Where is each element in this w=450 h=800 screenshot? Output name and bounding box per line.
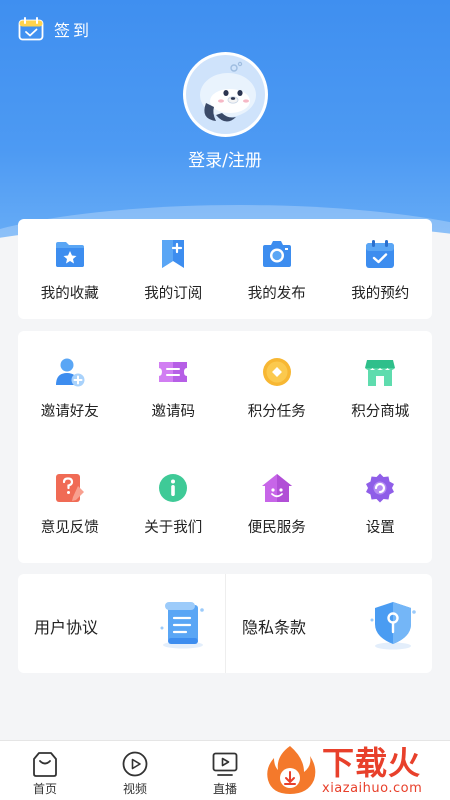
policies-card: 用户协议 隐私条款 — [18, 574, 432, 673]
service-settings[interactable]: 设置 — [329, 447, 433, 563]
menu-item-label: 我的预约 — [351, 286, 410, 302]
service-invite-friends[interactable]: 邀请好友 — [18, 331, 122, 447]
services-card: 邀请好友 邀请码 积分任务 积分商城 意见反馈 关于我们 便民服务 设置 — [18, 331, 432, 563]
service-label: 设置 — [365, 520, 395, 536]
watermark-title: 下载火 — [322, 743, 422, 782]
signin-button[interactable]: 签到 — [18, 17, 92, 41]
service-label: 积分商城 — [351, 404, 410, 420]
service-feedback[interactable]: 意见反馈 — [18, 447, 122, 563]
profile-header: 签到 登录/注册 — [0, 0, 450, 250]
menu-item-favorites[interactable]: 我的收藏 — [18, 219, 122, 319]
service-about-us[interactable]: 关于我们 — [122, 447, 226, 563]
tab-live[interactable]: 直播 — [180, 741, 270, 800]
play-circle-icon — [122, 751, 148, 777]
tab-home[interactable]: 首页 — [0, 741, 90, 800]
ticket-icon — [159, 362, 188, 382]
avatar[interactable] — [183, 52, 268, 137]
document-icon — [160, 602, 204, 649]
camera-icon — [262, 241, 291, 267]
service-label: 积分任务 — [247, 404, 306, 420]
service-label: 邀请好友 — [40, 404, 99, 420]
quick-menu-card: 我的收藏 我的订阅 我的发布 我的预约 — [18, 219, 432, 319]
avatar-mascot — [186, 55, 265, 134]
menu-item-subscriptions[interactable]: 我的订阅 — [122, 219, 226, 319]
coin-icon — [262, 358, 291, 386]
tv-play-icon — [212, 752, 238, 776]
privacy-policy-link[interactable]: 隐私条款 — [225, 574, 432, 673]
store-icon — [365, 360, 396, 386]
shield-icon — [370, 602, 416, 650]
menu-item-reservations[interactable]: 我的预约 — [329, 219, 433, 319]
service-label: 邀请码 — [151, 404, 196, 420]
flame-logo-icon — [267, 746, 316, 794]
feedback-icon — [55, 474, 84, 502]
service-label: 意见反馈 — [40, 520, 99, 536]
watermark: 下载火 xiazaihuo.com — [262, 740, 450, 800]
signin-label: 签到 — [54, 21, 93, 40]
service-points-mall[interactable]: 积分商城 — [329, 331, 433, 447]
menu-item-posts[interactable]: 我的发布 — [225, 219, 329, 319]
user-agreement-label: 用户协议 — [34, 618, 99, 637]
seal-mascot-icon — [200, 61, 256, 122]
info-icon — [159, 474, 188, 502]
service-label: 便民服务 — [247, 520, 306, 536]
tab-video[interactable]: 视频 — [90, 741, 180, 800]
add-user-icon — [55, 358, 85, 387]
home-heart-icon — [261, 474, 292, 502]
user-agreement-link[interactable]: 用户协议 — [18, 574, 225, 673]
privacy-policy-label: 隐私条款 — [242, 618, 307, 637]
service-points-tasks[interactable]: 积分任务 — [225, 331, 329, 447]
gear-icon — [366, 473, 395, 503]
bookmark-plus-icon — [162, 240, 185, 268]
menu-item-label: 我的订阅 — [144, 286, 203, 302]
tab-label: 首页 — [32, 782, 57, 796]
service-invite-code[interactable]: 邀请码 — [122, 331, 226, 447]
calendar-check-icon — [366, 240, 395, 268]
home-bag-icon — [33, 752, 57, 777]
service-public-services[interactable]: 便民服务 — [225, 447, 329, 563]
login-register-link[interactable]: 登录/注册 — [0, 146, 450, 171]
calendar-check-icon — [18, 17, 44, 41]
menu-item-label: 我的收藏 — [40, 286, 99, 302]
tab-label: 视频 — [122, 782, 147, 796]
menu-item-label: 我的发布 — [247, 286, 306, 302]
tab-label: 直播 — [212, 782, 237, 796]
folder-star-icon — [55, 242, 84, 267]
watermark-url: xiazaihuo.com — [322, 780, 423, 796]
service-label: 关于我们 — [144, 520, 203, 536]
